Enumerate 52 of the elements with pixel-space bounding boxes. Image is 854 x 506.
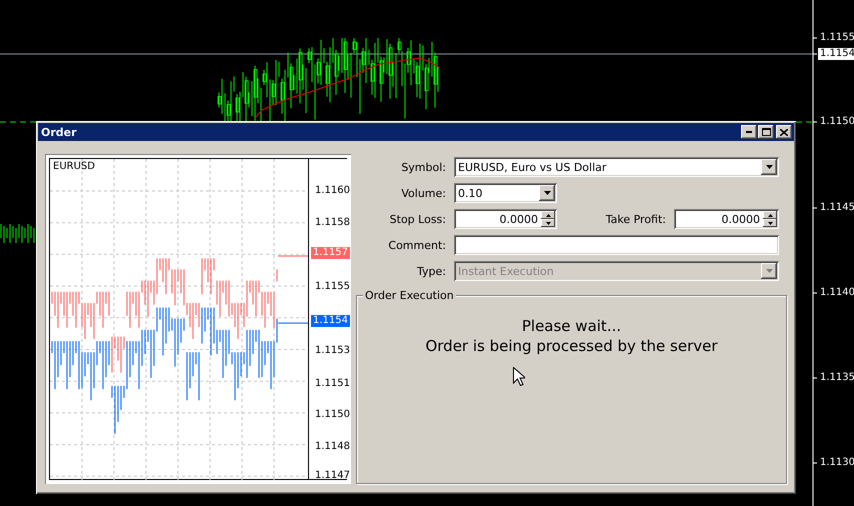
- take-profit-field[interactable]: 0.0000: [674, 209, 779, 229]
- symbol-dropdown[interactable]: EURUSD, Euro vs US Dollar: [454, 157, 779, 177]
- close-icon: [780, 128, 788, 136]
- price-label: 1.1155: [819, 32, 854, 44]
- field-label: Take Profit:: [604, 212, 666, 226]
- price-label: 1.1145: [819, 202, 854, 214]
- field-label: Volume:: [400, 186, 446, 200]
- comment-field[interactable]: [454, 235, 779, 255]
- spin-down-button[interactable]: [763, 219, 777, 227]
- status-message: Order is being processed by the server: [425, 336, 718, 356]
- close-button[interactable]: [776, 125, 792, 139]
- spin-up-button[interactable]: [763, 211, 777, 219]
- dropdown-button[interactable]: [539, 185, 555, 201]
- window-title: Order: [41, 126, 78, 138]
- caret-icon: [544, 191, 550, 195]
- stop-loss-field[interactable]: 0.0000: [454, 209, 557, 229]
- caret-icon: [766, 269, 772, 273]
- status-message: Please wait...: [522, 316, 622, 336]
- price-label: 1.1140: [819, 287, 854, 299]
- price-label: 1.1147: [314, 470, 351, 482]
- maximize-icon: [762, 128, 770, 136]
- price-label: 1.1155: [314, 281, 351, 293]
- dropdown-button[interactable]: [761, 159, 777, 175]
- field-label: Stop Loss:: [388, 212, 446, 226]
- up-arrow-icon: [546, 214, 550, 216]
- symbol-label: EURUSD: [53, 161, 95, 172]
- price-label: 1.1160: [314, 185, 351, 197]
- bid-price-label: 1.1154: [311, 315, 350, 327]
- field-label: Comment:: [387, 238, 446, 252]
- down-arrow-icon: [768, 222, 772, 224]
- price-label: 1.1150: [819, 116, 854, 128]
- price-label: 1.1158: [314, 217, 351, 229]
- price-label: 1.1130: [819, 457, 854, 469]
- volume-dropdown[interactable]: 0.10: [454, 183, 557, 203]
- group-title: Order Execution: [363, 289, 456, 302]
- down-arrow-icon: [546, 222, 550, 224]
- minimize-icon: [746, 131, 752, 133]
- price-label: 1.1151: [314, 378, 351, 390]
- price-label: 1.1150: [314, 409, 351, 421]
- field-label: Type:: [416, 264, 446, 278]
- maximize-button[interactable]: [758, 125, 774, 139]
- spin-up-button[interactable]: [541, 211, 555, 219]
- price-label: 1.1153: [314, 345, 351, 357]
- price-label: 1.1135: [819, 372, 854, 384]
- cursor-icon: [513, 367, 525, 386]
- up-arrow-icon: [768, 214, 772, 216]
- price-label: 1.1148: [314, 441, 351, 453]
- spin-down-button[interactable]: [541, 219, 555, 227]
- caret-icon: [766, 165, 772, 169]
- ask-price-label: 1.1157: [311, 247, 350, 259]
- field-label: Symbol:: [400, 160, 446, 174]
- minimize-button[interactable]: [741, 125, 757, 139]
